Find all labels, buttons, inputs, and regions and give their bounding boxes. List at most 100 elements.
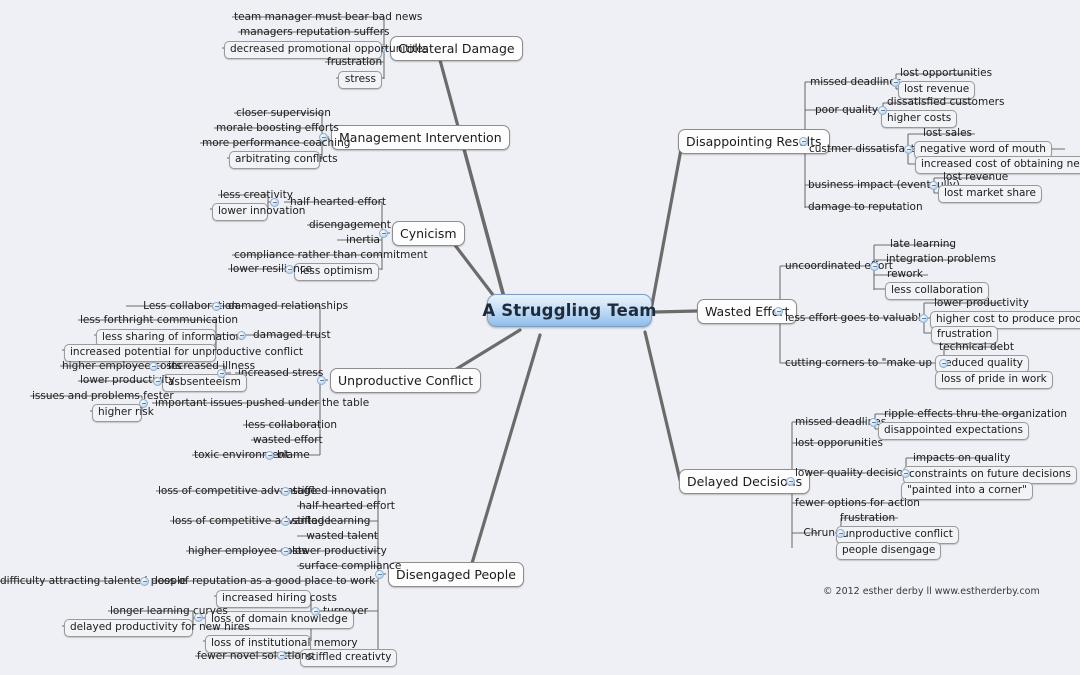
topic-label[interactable]: increased hiring costs: [216, 590, 337, 608]
collapse-minus-icon[interactable]: [799, 137, 808, 146]
collapse-minus-icon[interactable]: [878, 106, 887, 115]
topic-label[interactable]: loss of competitive advantage: [172, 515, 331, 528]
collapse-minus-icon[interactable]: [836, 529, 845, 538]
topic-label[interactable]: lower productivity: [80, 374, 175, 387]
topic-label[interactable]: loss of reputation as a good place to wo…: [155, 575, 375, 588]
collapse-minus-icon[interactable]: [149, 362, 158, 371]
collapse-minus-icon[interactable]: [774, 307, 783, 316]
topic-label[interactable]: important issues pushed under the table: [155, 397, 369, 410]
root-node[interactable]: A Struggling Team: [482, 294, 657, 327]
topic-label[interactable]: lower quality decisions: [795, 467, 915, 480]
collapse-minus-icon[interactable]: [901, 469, 910, 478]
collapse-minus-icon[interactable]: [265, 451, 274, 460]
topic-label[interactable]: half-hearted effort: [299, 500, 395, 513]
topic-label[interactable]: surface compliance: [299, 560, 401, 573]
topic-label[interactable]: rework: [887, 268, 923, 281]
collapse-minus-icon[interactable]: [270, 198, 279, 207]
collapse-minus-icon[interactable]: [140, 577, 149, 586]
topic-label[interactable]: Chrun: [795, 527, 835, 540]
collapse-minus-icon[interactable]: [194, 613, 203, 622]
collapse-minus-icon[interactable]: [904, 145, 913, 154]
topic-label[interactable]: missed deadlines: [795, 416, 886, 429]
topic-label[interactable]: disappointed expectations: [878, 422, 1029, 440]
topic-label[interactable]: disengagement: [309, 219, 391, 232]
collapse-minus-icon[interactable]: [217, 369, 226, 378]
topic-label[interactable]: compliance rather than commitment: [234, 249, 428, 262]
collapse-minus-icon[interactable]: [281, 547, 290, 556]
topic-label[interactable]: dissatisfied customers: [887, 96, 1004, 109]
collapse-minus-icon[interactable]: [277, 651, 286, 660]
collapse-minus-icon[interactable]: [786, 477, 795, 486]
topic-label[interactable]: technical debt: [939, 341, 1014, 354]
collapse-minus-icon[interactable]: [869, 418, 878, 427]
topic-label[interactable]: Less collaboration: [128, 300, 238, 313]
topic-label[interactable]: issues and problems fester: [32, 390, 174, 403]
topic-label[interactable]: difficulty attracting talented people: [0, 575, 186, 588]
topic-label[interactable]: higher risk: [92, 404, 154, 422]
topic-label[interactable]: higher employee costs: [62, 360, 181, 373]
topic-label[interactable]: impacts on quality: [913, 452, 1010, 465]
collapse-minus-icon[interactable]: [281, 517, 290, 526]
topic-label[interactable]: custmer dissatisfaction: [809, 143, 931, 156]
topic-label[interactable]: cutting corners to "make up time": [785, 357, 964, 370]
collapse-minus-icon[interactable]: [311, 607, 320, 616]
topic-label[interactable]: less creativity: [220, 189, 293, 202]
topic-label[interactable]: wasted talent: [299, 530, 378, 543]
topic-label[interactable]: stiffled creativty: [300, 649, 398, 667]
topic-label[interactable]: lost opporunities: [795, 437, 883, 450]
topic-label[interactable]: lower resiliance: [230, 263, 312, 276]
collapse-minus-icon[interactable]: [891, 78, 900, 87]
topic-label[interactable]: "painted into a corner": [901, 482, 1033, 500]
topic-label[interactable]: loss of pride in work: [935, 371, 1053, 389]
topic-label[interactable]: late learning: [890, 238, 956, 251]
topic-label[interactable]: integration problems: [886, 253, 996, 266]
topic-label[interactable]: managers reputation suffers: [240, 26, 389, 39]
topic-label[interactable]: more performance coaching: [202, 137, 350, 150]
topic-label[interactable]: delayed productivity for new hires: [64, 619, 250, 637]
topic-label[interactable]: morale boosting efforts: [216, 122, 339, 135]
topic-label[interactable]: arbitrating conflicts: [229, 151, 338, 169]
topic-label[interactable]: less collaboration: [245, 419, 337, 432]
topic-label[interactable]: ripple effects thru the organization: [884, 408, 1067, 421]
main-node-management-intervention[interactable]: Management Intervention: [331, 125, 510, 150]
topic-label[interactable]: business impact (eventaully): [808, 179, 960, 192]
collapse-minus-icon[interactable]: [139, 399, 148, 408]
main-node-unproductive-conflict[interactable]: Unproductive Conflict: [330, 368, 482, 393]
topic-label[interactable]: fewer novel soluttions: [197, 650, 313, 663]
main-node-disengaged-people[interactable]: Disengaged People: [388, 562, 524, 587]
main-node-cynicism[interactable]: Cynicism: [392, 221, 465, 246]
topic-label[interactable]: uncoordinated effort: [785, 260, 893, 273]
collapse-minus-icon[interactable]: [237, 331, 246, 340]
topic-label[interactable]: wasted effort: [253, 434, 323, 447]
topic-label[interactable]: inertia: [339, 234, 380, 247]
topic-label[interactable]: lost opportunities: [900, 67, 992, 80]
topic-label[interactable]: toxic environment: [194, 449, 289, 462]
collapse-minus-icon[interactable]: [919, 314, 928, 323]
topic-label[interactable]: lost revenue: [943, 171, 1008, 184]
collapse-minus-icon[interactable]: [285, 265, 294, 274]
topic-label[interactable]: team manager must bear bad news: [234, 11, 422, 24]
topic-label[interactable]: closer supervision: [236, 107, 331, 120]
collapse-minus-icon[interactable]: [281, 487, 290, 496]
topic-label[interactable]: damaged relationships: [228, 300, 348, 313]
collapse-minus-icon[interactable]: [929, 181, 938, 190]
topic-label[interactable]: loss of competitive advantage: [158, 485, 317, 498]
topic-label[interactable]: lost sales: [923, 127, 972, 140]
topic-label[interactable]: people disengage: [836, 542, 942, 560]
collapse-minus-icon[interactable]: [870, 262, 879, 271]
collapse-minus-icon[interactable]: [153, 377, 162, 386]
topic-label[interactable]: less effort goes to valuable work: [785, 312, 956, 325]
topic-label[interactable]: less forthright communication: [80, 314, 238, 327]
collapse-minus-icon[interactable]: [939, 359, 948, 368]
topic-label[interactable]: longer learning curves: [110, 605, 228, 618]
topic-label[interactable]: frustration: [840, 512, 895, 525]
collapse-minus-icon[interactable]: [212, 302, 221, 311]
topic-label[interactable]: lost market share: [938, 185, 1042, 203]
topic-label[interactable]: poor quality: [815, 104, 878, 117]
topic-label[interactable]: higher employee costs: [188, 545, 307, 558]
topic-label[interactable]: lower productivity: [934, 297, 1029, 310]
topic-label[interactable]: damage to reputation: [808, 201, 923, 214]
topic-label[interactable]: stress: [338, 71, 382, 89]
topic-label[interactable]: lower innovation: [212, 203, 305, 221]
topic-label[interactable]: damaged trust: [253, 329, 331, 342]
